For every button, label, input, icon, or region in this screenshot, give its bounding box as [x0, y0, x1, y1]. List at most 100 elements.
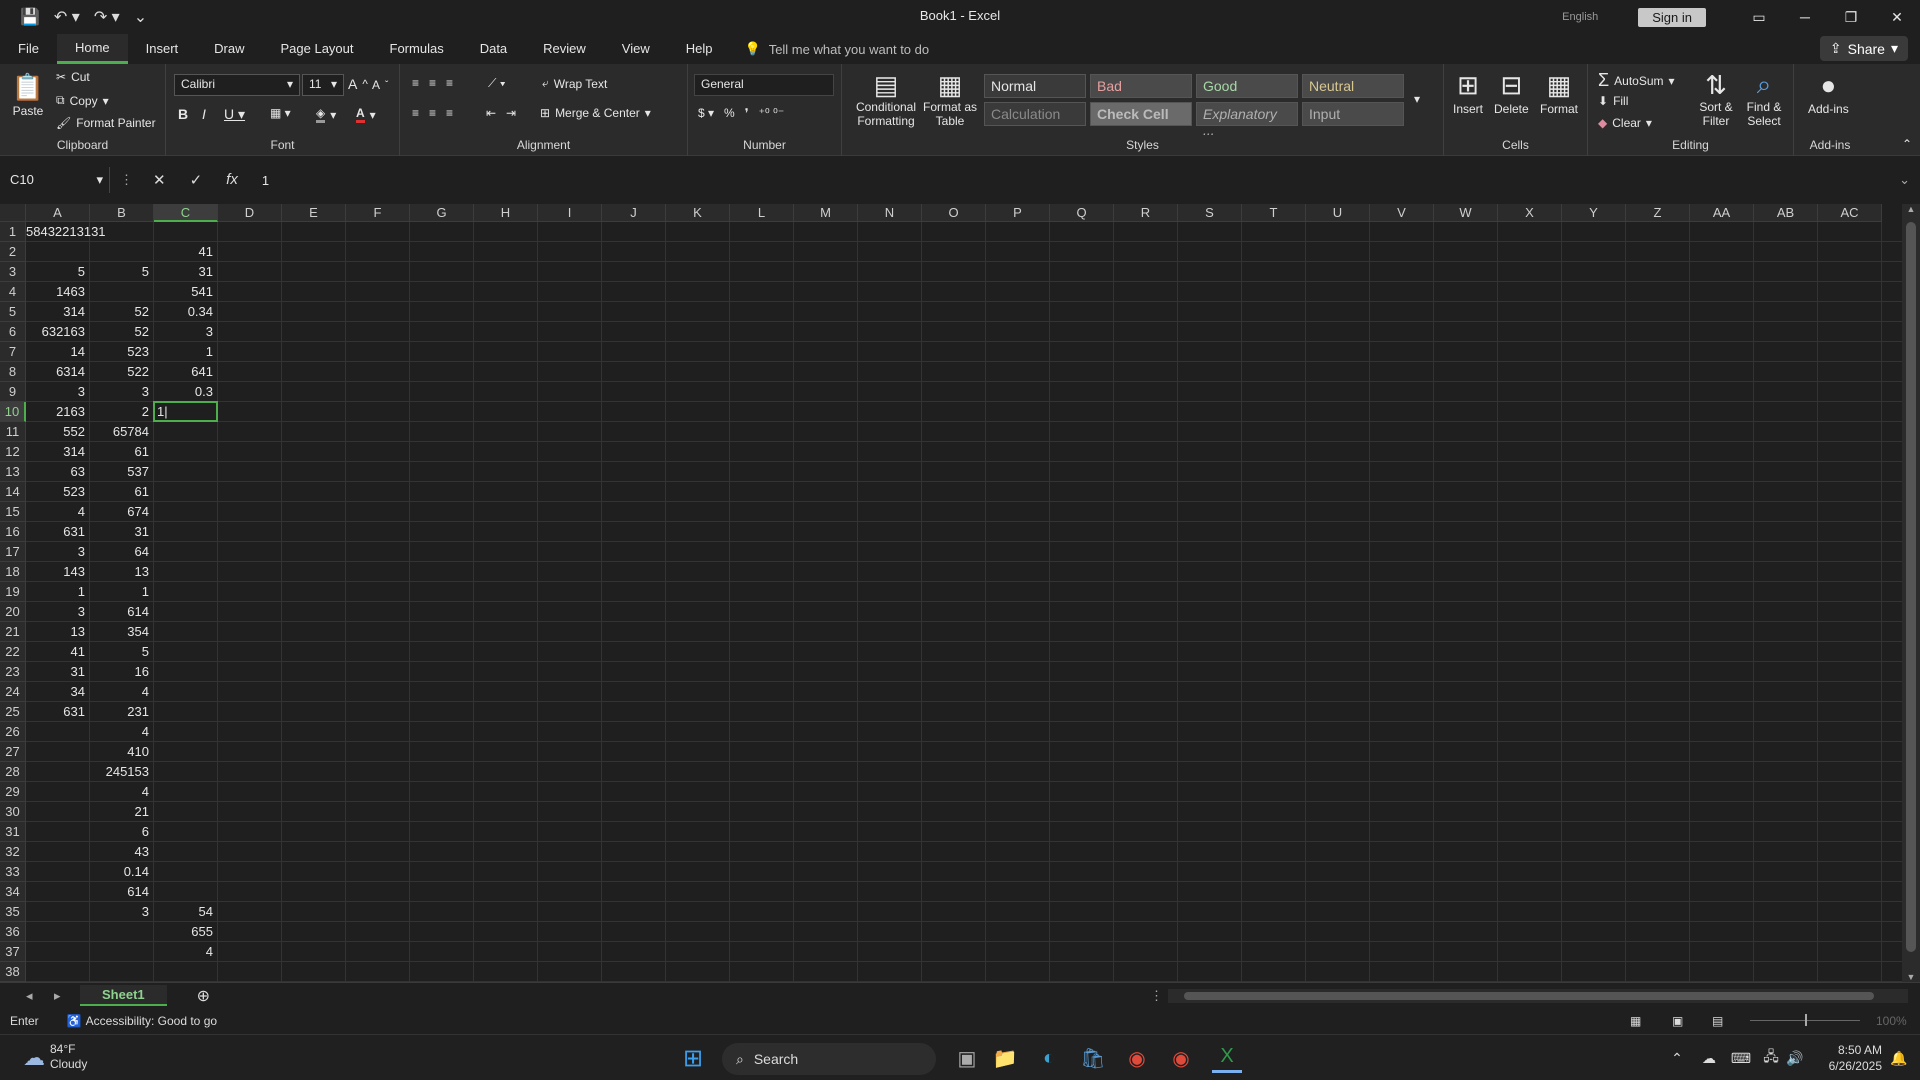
close-button[interactable]: ✕	[1874, 9, 1920, 26]
column-header[interactable]: B	[90, 204, 154, 222]
column-header[interactable]: E	[282, 204, 346, 222]
row-header[interactable]: 7	[0, 342, 26, 362]
more-options-icon[interactable]: ⋮	[120, 172, 133, 188]
cell[interactable]: 614	[90, 882, 153, 902]
ribbon-display-icon[interactable]: ▭	[1736, 9, 1782, 26]
page-layout-view-icon[interactable]: ▣	[1672, 1014, 1683, 1028]
zoom-slider-thumb[interactable]	[1805, 1014, 1807, 1026]
zoom-level[interactable]: 100%	[1876, 1014, 1907, 1028]
sheet-tab[interactable]: Sheet1	[80, 985, 167, 1006]
cell[interactable]: 3	[90, 902, 153, 922]
addins-button[interactable]: ● Add-ins	[1808, 70, 1849, 117]
sheet-options-icon[interactable]: ⋮	[1150, 988, 1163, 1004]
row-header[interactable]: 37	[0, 942, 26, 962]
notification-bell-icon[interactable]: 🔔	[1884, 1043, 1914, 1073]
column-header[interactable]: AA	[1690, 204, 1754, 222]
row-header[interactable]: 32	[0, 842, 26, 862]
row-header[interactable]: 29	[0, 782, 26, 802]
clock-date[interactable]: 6/26/2025	[1808, 1058, 1882, 1074]
cell[interactable]: 34	[26, 682, 89, 702]
scroll-up-icon[interactable]: ▲	[1902, 204, 1920, 214]
row-header[interactable]: 16	[0, 522, 26, 542]
find-select-button[interactable]: ⌕ Find & Select	[1740, 69, 1788, 128]
cell[interactable]: 631	[26, 522, 89, 542]
row-header[interactable]: 10	[0, 402, 26, 422]
task-view-icon[interactable]: ▣	[952, 1043, 982, 1073]
cell[interactable]: 31	[154, 262, 217, 282]
tell-me-search[interactable]: 💡 Tell me what you want to do	[745, 41, 930, 57]
column-header[interactable]: A	[26, 204, 90, 222]
prev-sheet-icon[interactable]: ◂	[26, 988, 33, 1004]
formula-input[interactable]: 1	[262, 173, 269, 188]
cell[interactable]: 41	[154, 242, 217, 262]
column-header[interactable]: S	[1178, 204, 1242, 222]
cell[interactable]: 52	[90, 302, 153, 322]
autosum-button[interactable]: Σ AutoSum ▾	[1598, 70, 1675, 91]
row-header[interactable]: 17	[0, 542, 26, 562]
style-explanatory[interactable]: Explanatory ...	[1196, 102, 1298, 138]
cell[interactable]: 314	[26, 442, 89, 462]
collapse-ribbon-icon[interactable]: ⌃	[1902, 137, 1912, 151]
underline-button[interactable]: U ▾	[224, 106, 245, 123]
cell[interactable]: 13	[26, 622, 89, 642]
column-header[interactable]: F	[346, 204, 410, 222]
row-header[interactable]: 21	[0, 622, 26, 642]
row-header[interactable]: 28	[0, 762, 26, 782]
row-header[interactable]: 5	[0, 302, 26, 322]
cell[interactable]: 143	[26, 562, 89, 582]
cell[interactable]: 0.3	[154, 382, 217, 402]
cell[interactable]: 54	[154, 902, 217, 922]
cell[interactable]: 641	[154, 362, 217, 382]
row-header[interactable]: 11	[0, 422, 26, 442]
row-header[interactable]: 3	[0, 262, 26, 282]
orientation-button[interactable]: ⟋ ▾	[488, 76, 506, 91]
cell[interactable]: 537	[90, 462, 153, 482]
chrome-profile-icon[interactable]: ◉	[1166, 1043, 1196, 1073]
cell[interactable]: 0.14	[90, 862, 153, 882]
horizontal-scroll-thumb[interactable]	[1184, 992, 1874, 1000]
name-box[interactable]: C10 ▾	[4, 167, 110, 193]
cell[interactable]: 4	[26, 502, 89, 522]
style-good[interactable]: Good	[1196, 74, 1298, 98]
column-header[interactable]: U	[1306, 204, 1370, 222]
fill-color-button[interactable]: ◈ ▾	[316, 106, 336, 123]
cell[interactable]: 6314	[26, 362, 89, 382]
conditional-formatting-button[interactable]: ▤ Conditional Formatting	[852, 70, 920, 129]
cell[interactable]: 31	[26, 662, 89, 682]
row-header[interactable]: 1	[0, 222, 26, 242]
row-header[interactable]: 30	[0, 802, 26, 822]
row-header[interactable]: 4	[0, 282, 26, 302]
active-cell-value[interactable]: 1|	[154, 402, 217, 422]
indent-buttons[interactable]: ⇤ ⇥	[486, 106, 516, 120]
confirm-entry-icon[interactable]: ✓	[190, 171, 203, 189]
column-header[interactable]: AC	[1818, 204, 1882, 222]
cell[interactable]: 541	[154, 282, 217, 302]
cell[interactable]: 3	[26, 542, 89, 562]
cell[interactable]: 614	[90, 602, 153, 622]
zoom-slider[interactable]	[1750, 1014, 1860, 1026]
merge-center-button[interactable]: ⊞ Merge & Center ▾	[540, 106, 651, 120]
chrome-icon[interactable]: ◉	[1122, 1043, 1152, 1073]
cut-button[interactable]: ✂ Cut	[56, 70, 90, 84]
column-header[interactable]: N	[858, 204, 922, 222]
horizontal-scrollbar[interactable]	[1168, 989, 1908, 1003]
edge-icon[interactable]: ◐	[1034, 1043, 1064, 1073]
style-check-cell[interactable]: Check Cell	[1090, 102, 1192, 126]
row-header[interactable]: 2	[0, 242, 26, 262]
borders-button[interactable]: ▦ ▾	[270, 106, 291, 120]
scroll-down-icon[interactable]: ▼	[1902, 972, 1920, 982]
cell[interactable]: 31	[90, 522, 153, 542]
cell[interactable]: 3	[26, 602, 89, 622]
row-header[interactable]: 13	[0, 462, 26, 482]
cell[interactable]: 410	[90, 742, 153, 762]
row-header[interactable]: 12	[0, 442, 26, 462]
share-button[interactable]: ⇪ Share ▾	[1819, 36, 1908, 61]
style-neutral[interactable]: Neutral	[1302, 74, 1404, 98]
format-cells-button[interactable]: ▦ Format	[1540, 70, 1578, 117]
add-sheet-icon[interactable]: ⊕	[197, 986, 210, 1006]
cell[interactable]: 14	[26, 342, 89, 362]
cell[interactable]: 5	[26, 262, 89, 282]
clear-button[interactable]: ◆ Clear ▾	[1598, 116, 1652, 130]
tab-data[interactable]: Data	[462, 34, 525, 64]
row-header[interactable]: 24	[0, 682, 26, 702]
